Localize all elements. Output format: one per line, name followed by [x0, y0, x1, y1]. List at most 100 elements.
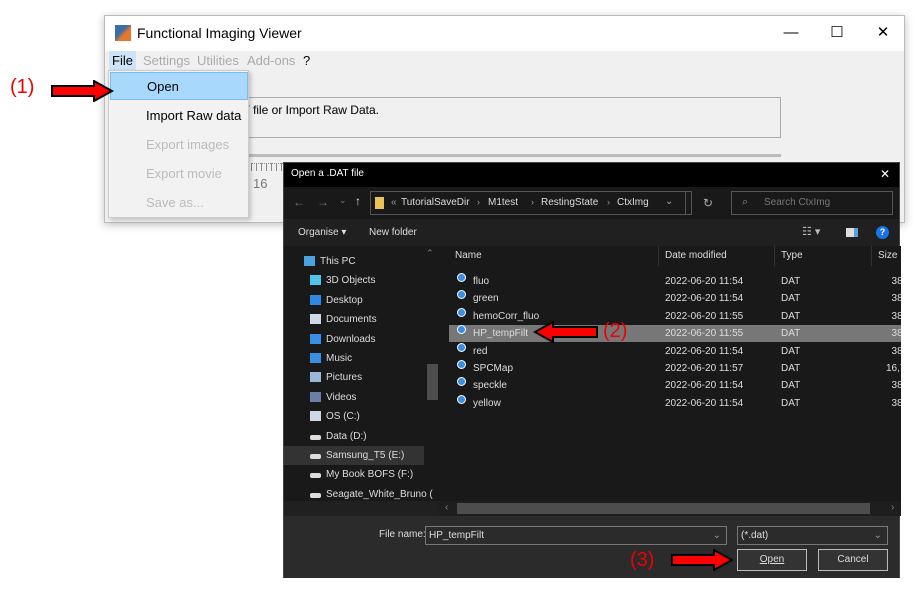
nav-item[interactable]: Samsung_T5 (E:)	[284, 446, 424, 465]
file-type: DAT	[781, 328, 801, 340]
file-row[interactable]: hemoCorr_fluo 2022-06-20 11:55 DAT 384,	[449, 307, 901, 325]
nav-item-icon	[310, 294, 321, 305]
view-options-icon[interactable]: ☷ ▾	[802, 225, 820, 238]
menu-item-export-movie: Export movie	[146, 166, 222, 181]
matlab-logo-icon	[115, 25, 131, 41]
breadcrumb-item[interactable]: RestingState	[541, 197, 598, 208]
file-date: 2022-06-20 11:54	[665, 293, 744, 305]
preview-pane-icon[interactable]	[846, 228, 858, 237]
breadcrumb-item[interactable]: TutorialSaveDir	[401, 197, 470, 208]
up-icon[interactable]: ↑	[355, 194, 361, 208]
dat-file-icon	[457, 394, 466, 404]
address-bar[interactable]: « TutorialSaveDir › M1test › RestingStat…	[370, 191, 713, 215]
nav-item[interactable]: Videos	[284, 388, 424, 407]
file-type: DAT	[781, 363, 801, 374]
forward-icon[interactable]: →	[317, 195, 329, 209]
nav-item-label: Data (D:)	[326, 430, 367, 442]
breadcrumb-item[interactable]: CtxImg	[617, 197, 649, 208]
file-size: 384,	[891, 328, 901, 340]
file-name-input[interactable]: HP_tempFilt ⌄	[425, 526, 727, 545]
nav-item[interactable]: Data (D:)	[284, 427, 424, 446]
address-dropdown-icon[interactable]: ⌄	[665, 196, 673, 207]
menu-item-export-images: Export images	[146, 137, 230, 152]
nav-item[interactable]: My Book BOFS (F:)	[284, 465, 424, 484]
column-header-date[interactable]: Date modified	[659, 246, 775, 266]
back-icon[interactable]: ←	[293, 195, 305, 209]
nav-item[interactable]: Desktop	[284, 291, 424, 310]
file-size: 384,	[891, 293, 901, 305]
menu-item-import-raw-data[interactable]: Import Raw data	[110, 102, 248, 130]
window-title: Functional Imaging Viewer	[137, 25, 302, 41]
nav-item-label: My Book BOFS (F:)	[326, 469, 414, 481]
recent-chevron-icon[interactable]: ⌄	[339, 195, 347, 206]
file-row[interactable]: green 2022-06-20 11:54 DAT 384,	[449, 290, 901, 307]
dialog-title-bar: Open a .DAT file ✕	[284, 163, 899, 187]
refresh-icon[interactable]: ↻	[703, 196, 713, 210]
open-button[interactable]: Open	[737, 549, 807, 571]
nav-item-label: Samsung_T5 (E:)	[326, 450, 405, 461]
navigation-bar: ← → ⌄ ↑ « TutorialSaveDir › M1test › Res…	[284, 187, 899, 219]
dat-file-icon	[457, 377, 466, 387]
nav-item[interactable]: Music	[284, 349, 424, 368]
nav-item-icon	[310, 333, 321, 344]
nav-item-label: Downloads	[326, 333, 376, 345]
nav-item-label: Pictures	[326, 372, 363, 384]
column-header-name[interactable]: Name	[449, 246, 659, 266]
menu-item-open[interactable]: Open	[110, 72, 248, 100]
arrow-2-icon	[533, 321, 598, 343]
search-icon: ⌕	[742, 196, 749, 208]
menu-help[interactable]: ?	[303, 53, 310, 68]
minimize-button[interactable]: —	[768, 20, 814, 46]
new-folder-button[interactable]: New folder	[369, 227, 417, 238]
search-input[interactable]: ⌕ Search CtxImg	[731, 191, 893, 215]
maximize-button[interactable]: ☐	[814, 20, 860, 46]
column-header-size[interactable]: Size	[872, 246, 901, 266]
scroll-up-icon[interactable]: ⌃	[426, 248, 434, 259]
file-type: DAT	[781, 293, 801, 305]
file-row[interactable]: speckle 2022-06-20 11:54 DAT 384,	[449, 377, 901, 394]
file-size: 384,	[891, 397, 901, 409]
step-1-label: (1)	[10, 76, 35, 98]
nav-item[interactable]: OS (C:)	[284, 407, 424, 426]
file-row[interactable]: HP_tempFilt 2022-06-20 11:55 DAT 384,	[449, 325, 901, 343]
menu-file[interactable]: File	[109, 51, 136, 71]
file-type-select[interactable]: (*.dat) ⌄	[737, 526, 888, 545]
nav-item[interactable]: Downloads	[284, 330, 424, 349]
organise-button[interactable]: Organise ▾	[298, 227, 346, 238]
column-header-type[interactable]: Type	[775, 246, 872, 266]
file-menu-dropdown: Open Import Raw data Export images Expor…	[108, 70, 249, 218]
search-placeholder: Search CtxImg	[764, 197, 831, 208]
nav-scrollbar-thumb[interactable]	[427, 364, 438, 400]
nav-item[interactable]: Pictures	[284, 368, 424, 387]
nav-item[interactable]: This PC	[284, 252, 424, 271]
nav-item-label: Desktop	[326, 294, 363, 306]
nav-item-icon	[310, 391, 321, 402]
nav-item[interactable]: Seagate_White_Bruno (	[284, 485, 433, 501]
menu-bar: File Settings Utilities Add-ons ?	[105, 51, 904, 71]
file-row[interactable]: fluo 2022-06-20 11:54 DAT 384,	[449, 273, 901, 290]
menu-add-ons[interactable]: Add-ons	[247, 53, 295, 68]
horizontal-scrollbar[interactable]: ‹ ›	[439, 501, 901, 516]
nav-item-icon	[310, 473, 321, 479]
cancel-button[interactable]: Cancel	[818, 549, 888, 571]
dat-file-icon	[457, 273, 466, 282]
scrollbar-thumb[interactable]	[457, 503, 870, 514]
breadcrumb-item[interactable]: M1test	[488, 197, 518, 208]
arrow-3-icon	[671, 549, 734, 571]
help-icon[interactable]: ?	[876, 226, 889, 239]
dialog-close-button[interactable]: ✕	[880, 167, 890, 181]
nav-item-icon	[310, 314, 321, 325]
file-name: hemoCorr_fluo	[473, 310, 540, 322]
menu-utilities[interactable]: Utilities	[197, 53, 239, 68]
nav-item[interactable]: 3D Objects	[284, 271, 424, 290]
nav-item[interactable]: Documents	[284, 310, 424, 329]
menu-settings[interactable]: Settings	[143, 53, 190, 68]
file-row[interactable]: yellow 2022-06-20 11:54 DAT 384,	[449, 394, 901, 412]
close-button[interactable]: ✕	[860, 20, 906, 46]
dat-file-icon	[457, 290, 466, 300]
file-date: 2022-06-20 11:54	[665, 397, 744, 409]
nav-item-icon	[310, 275, 321, 286]
file-row[interactable]: red 2022-06-20 11:54 DAT 384,	[449, 342, 901, 360]
file-list: Name Date modified Type Size fluo 2022-0…	[439, 246, 901, 501]
file-row[interactable]: SPCMap 2022-06-20 11:57 DAT 16,77	[449, 360, 901, 377]
